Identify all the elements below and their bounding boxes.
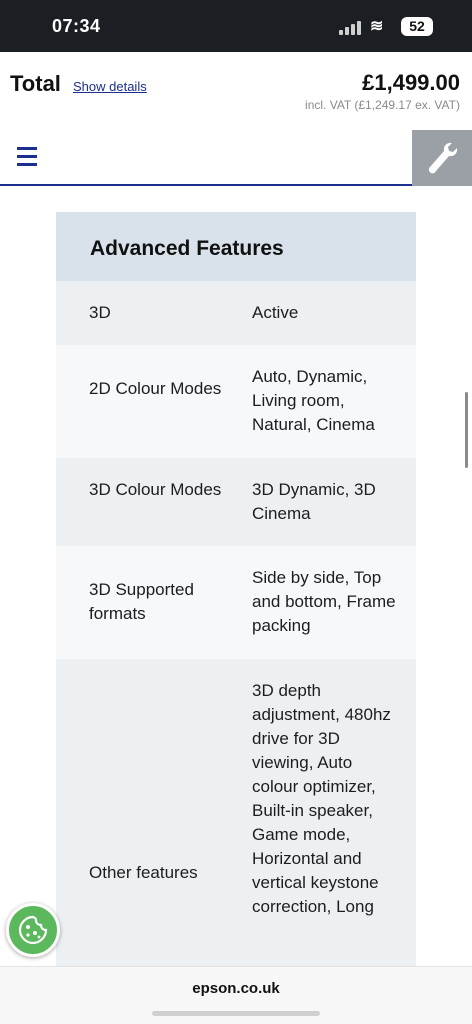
nav-divider [0,184,412,186]
row-label: 3D Supported formats [89,580,194,623]
scrollbar[interactable] [465,392,468,468]
row-value: 3D Dynamic, 3D Cinema [252,480,376,523]
cookie-icon [18,915,48,945]
row-value: Auto, Dynamic, Living room, Natural, Cin… [252,367,375,434]
table-row: 3D Supported formats Side by side, Top a… [56,546,416,659]
table-header: Advanced Features [56,212,416,281]
table-row: Other features 3D depth adjustment, 480h… [56,659,416,979]
table-row: 3D Colour Modes 3D Dynamic, 3D Cinema [56,458,416,546]
row-value: Side by side, Top and bottom, Frame pack… [252,568,396,635]
row-value: 3D depth adjustment, 480hz drive for 3D … [252,681,391,916]
wrench-icon [428,142,458,174]
total-price: £1,499.00 [362,70,460,95]
wifi-icon: ≋ [370,18,384,35]
home-indicator[interactable] [152,1011,320,1016]
status-time: 07:34 [52,16,101,36]
tools-button[interactable] [412,130,472,186]
row-label: Other features [89,863,198,882]
row-label: 2D Colour Modes [89,379,222,398]
browser-bottom-bar: epson.co.uk [0,966,472,1024]
section-title: Advanced Features [90,237,284,260]
signal-icon [339,21,365,35]
table-row: 3D Active [56,281,416,345]
battery-icon: 52 [401,17,433,36]
advanced-features-table: Advanced Features 3D Active 2D Colour Mo… [56,212,416,979]
table-row: 2D Colour Modes Auto, Dynamic, Living ro… [56,345,416,458]
show-details-link[interactable]: Show details [73,79,147,94]
menu-icon[interactable] [17,147,37,167]
row-label: 3D Colour Modes [89,480,222,499]
vat-note: incl. VAT (£1,249.17 ex. VAT) [305,98,460,112]
battery-level: 52 [409,18,425,34]
row-value: Active [252,303,299,322]
row-label: 3D [89,303,111,322]
total-label: Total [10,71,61,96]
cookie-settings-button[interactable] [6,903,60,957]
status-bar: 07:34 ≋ 52 [0,0,472,52]
address-bar[interactable]: epson.co.uk [0,980,472,997]
